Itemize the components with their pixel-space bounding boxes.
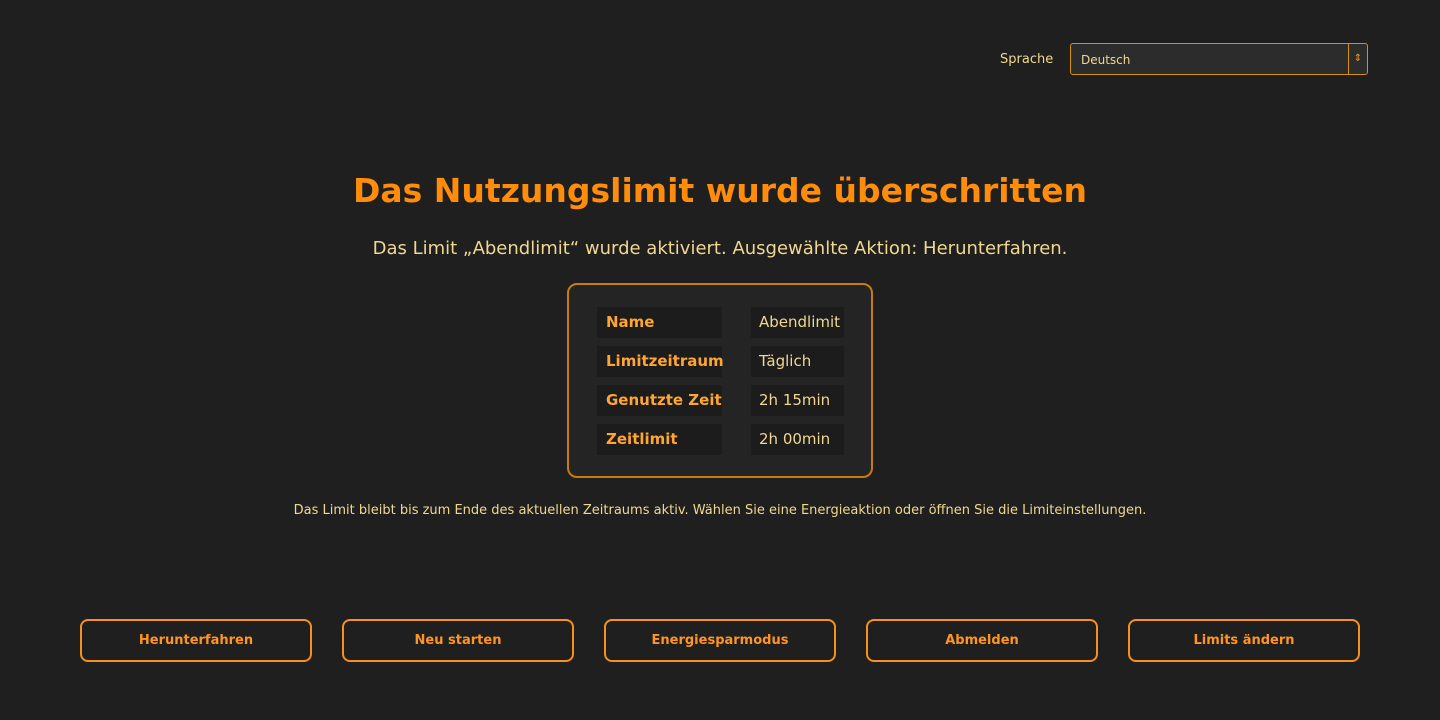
limit-info-note: Das Limit bleibt bis zum Ende des aktuel…: [293, 503, 1147, 518]
change-limits-button[interactable]: Limits ändern: [1128, 619, 1360, 662]
detail-value: 2h 15min: [751, 385, 844, 416]
limit-activated-message: Das Limit „Abendlimit“ wurde aktiviert. …: [372, 238, 1068, 259]
detail-label: Name: [597, 307, 722, 338]
dropdown-arrow-icon[interactable]: ⇕: [1348, 44, 1367, 74]
detail-label: Limitzeitraum: [597, 346, 724, 377]
detail-label: Genutzte Zeit: [597, 385, 722, 416]
shutdown-button[interactable]: Herunterfahren: [80, 619, 312, 662]
detail-value: Abendlimit: [751, 307, 844, 338]
language-label: Sprache: [1000, 52, 1054, 67]
language-select[interactable]: Deutsch ⇕: [1070, 43, 1368, 75]
restart-button[interactable]: Neu starten: [342, 619, 574, 662]
page-title: Das Nutzungslimit wurde überschritten: [353, 171, 1087, 210]
language-selected-value: Deutsch: [1081, 53, 1131, 67]
detail-value: Täglich: [751, 346, 844, 377]
sleep-button[interactable]: Energiesparmodus: [604, 619, 836, 662]
detail-value: 2h 00min: [751, 424, 844, 455]
detail-label: Zeitlimit: [597, 424, 722, 455]
logout-button[interactable]: Abmelden: [866, 619, 1098, 662]
limit-details-panel: Name Abendlimit Limitzeitraum Täglich Ge…: [567, 283, 873, 478]
